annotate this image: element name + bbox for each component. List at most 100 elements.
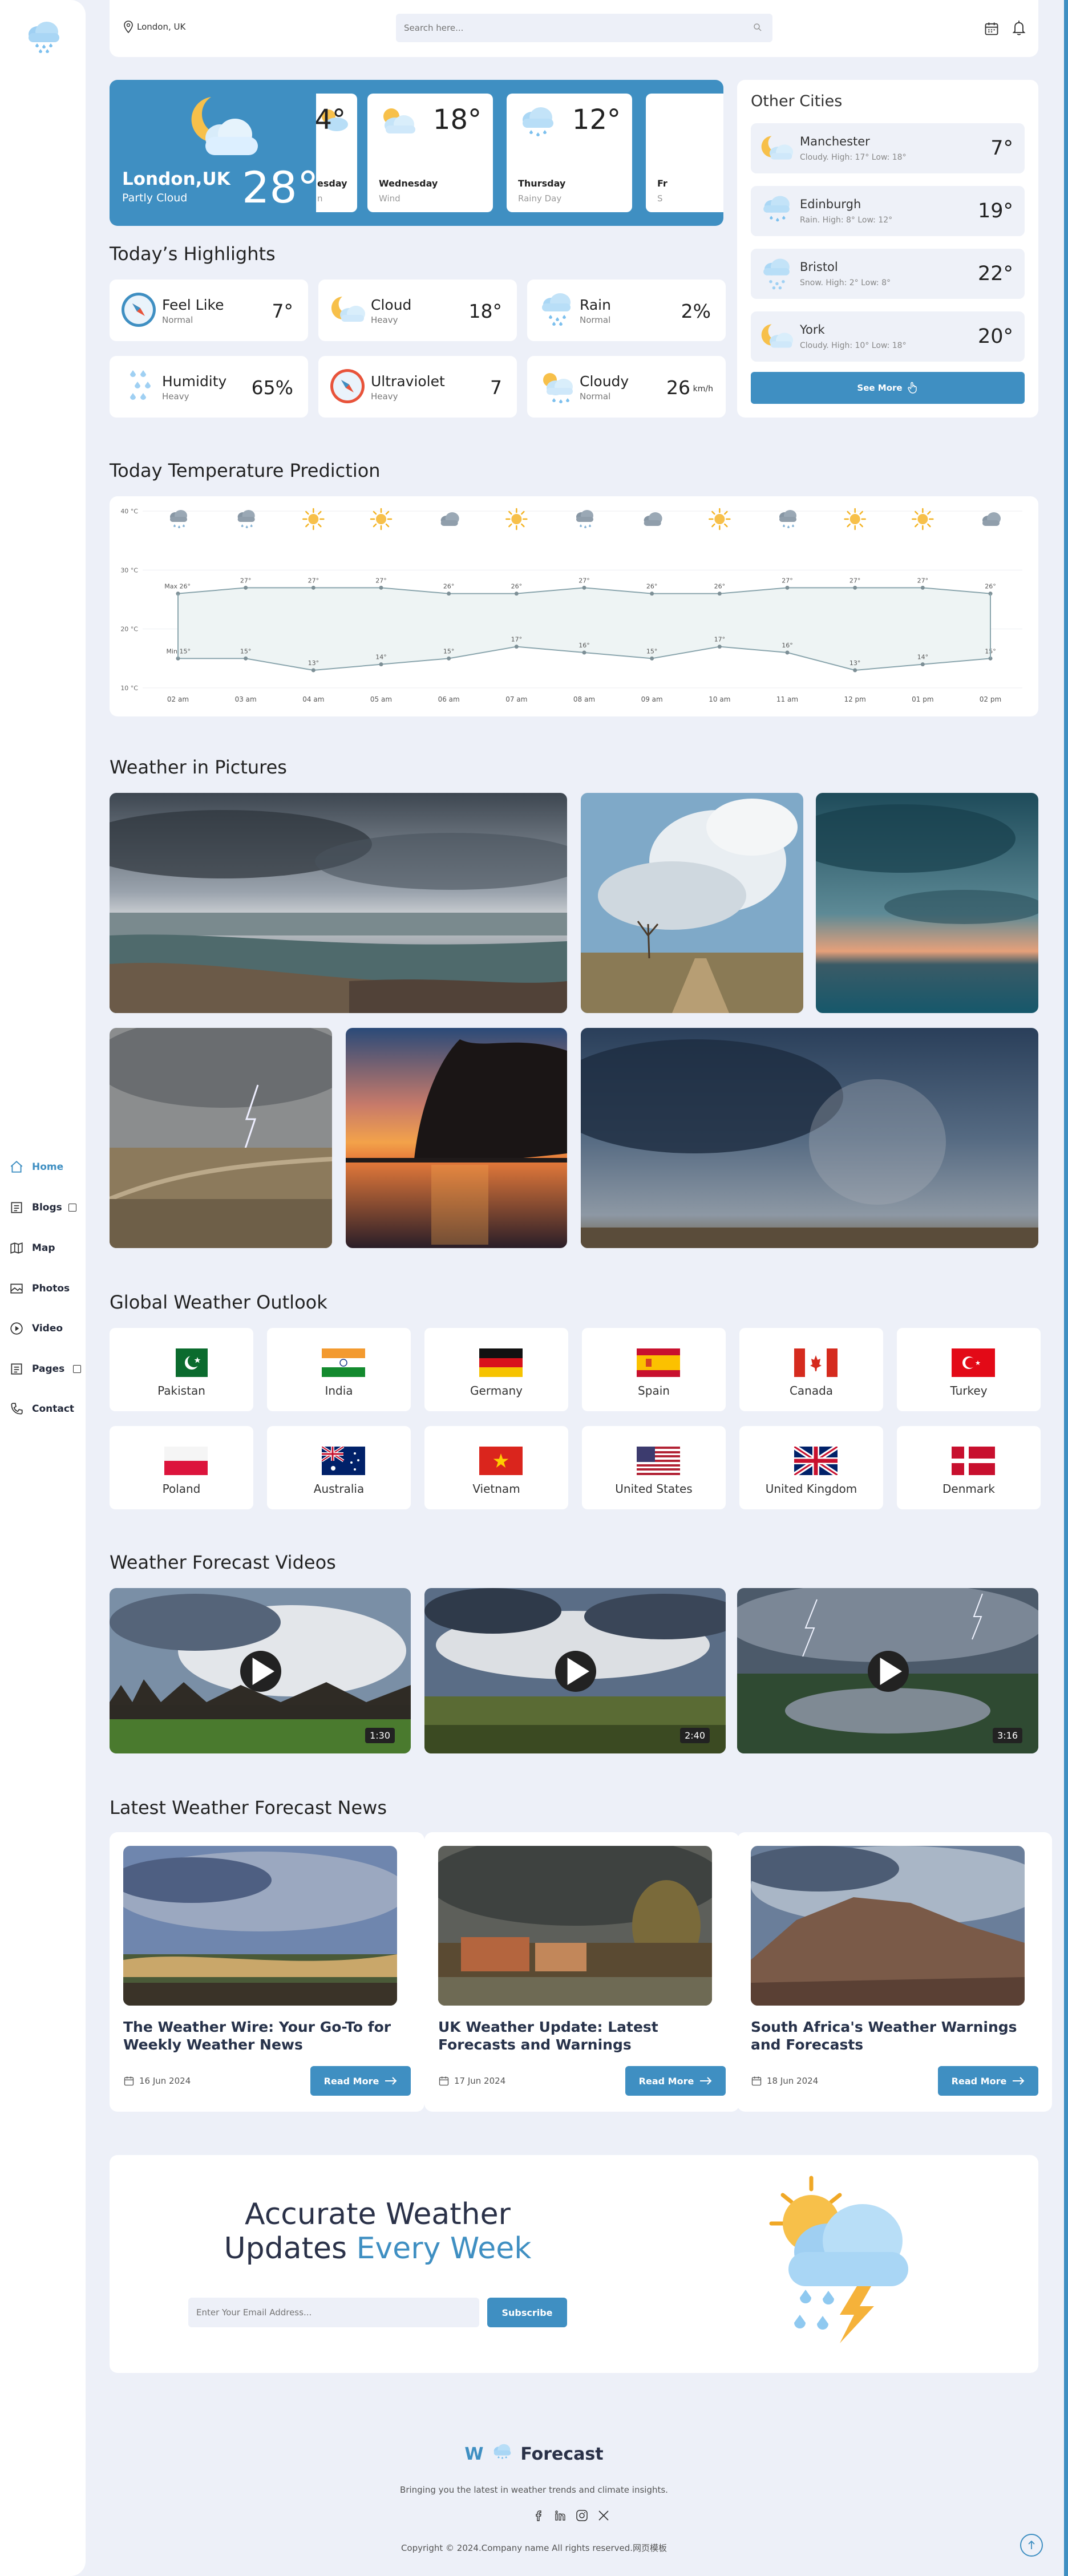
weather-photo[interactable] (816, 793, 1038, 1013)
news-title[interactable]: The Weather Wire: Your Go-To for Weekly … (123, 2018, 403, 2053)
flag-icon (322, 1348, 365, 1377)
back-to-top-button[interactable] (1020, 2534, 1043, 2557)
location-pin-icon (124, 21, 133, 33)
calendar-icon (751, 2076, 762, 2086)
nav-map[interactable]: Map (9, 1237, 55, 1259)
compass-icon (122, 293, 156, 327)
x-tick-label: 10 am (709, 695, 730, 703)
day-card[interactable]: 18° Wednesday Wind (367, 94, 493, 212)
cloud-rain-icon (542, 293, 571, 326)
data-point-max (920, 585, 925, 590)
country-name: Canada (789, 1384, 834, 1398)
play-button[interactable] (868, 1651, 909, 1692)
see-more-button[interactable]: See More (751, 372, 1025, 404)
data-point-min (650, 656, 654, 661)
country-card-germany[interactable]: Germany (424, 1328, 568, 1411)
news-card[interactable]: UK Weather Update: Latest Forecasts and … (424, 1832, 739, 2112)
news-title[interactable]: South Africa's Weather Warnings and Fore… (751, 2018, 1030, 2053)
play-button[interactable] (555, 1651, 596, 1692)
country-card-turkey[interactable]: Turkey (897, 1328, 1041, 1411)
weather-photo[interactable] (110, 793, 567, 1013)
country-card-pakistan[interactable]: Pakistan (110, 1328, 253, 1411)
country-card-united-kingdom[interactable]: United Kingdom (739, 1426, 883, 1509)
day-name: Fr (657, 178, 668, 189)
day-card[interactable]: 14° esday n (316, 94, 357, 212)
day-sub: Rainy Day (518, 193, 562, 204)
location[interactable]: London, UK (123, 21, 185, 33)
day-card[interactable]: Fr S (646, 94, 723, 212)
country-card-denmark[interactable]: Denmark (897, 1426, 1041, 1509)
footer-logo[interactable]: W Forecast (0, 2439, 1068, 2464)
video-card[interactable]: 3:16 (737, 1588, 1038, 1753)
country-card-australia[interactable]: Australia (267, 1426, 411, 1509)
data-label-min: 16° (782, 642, 793, 649)
city-item[interactable]: York Cloudy. High: 10° Low: 18° 20° (751, 311, 1025, 362)
city-item[interactable]: Edinburgh Rain. High: 8° Low: 12° 19° (751, 186, 1025, 236)
rain-icon (779, 510, 796, 528)
day-card[interactable]: 12° Thursday Rainy Day (507, 94, 632, 212)
prediction-title: Today Temperature Prediction (110, 460, 381, 481)
news-title[interactable]: UK Weather Update: Latest Forecasts and … (438, 2018, 718, 2053)
logo-cloud-rain-icon[interactable] (21, 13, 66, 58)
read-more-label: Read More (638, 2075, 694, 2087)
x-tick-label: 05 am (370, 695, 392, 703)
news-card[interactable]: The Weather Wire: Your Go-To for Weekly … (110, 1832, 424, 2112)
search-box[interactable] (396, 14, 772, 42)
day-sub: n (317, 193, 323, 204)
country-card-india[interactable]: India (267, 1328, 411, 1411)
news-image[interactable] (751, 1846, 1025, 2006)
nav-photos[interactable]: Photos (9, 1277, 70, 1300)
news-date-text: 18 Jun 2024 (767, 2076, 819, 2086)
city-item[interactable]: Manchester Cloudy. High: 17° Low: 18° 7° (751, 123, 1025, 173)
city-desc: Cloudy. High: 17° Low: 18° (800, 153, 907, 162)
country-name: Spain (638, 1384, 670, 1398)
linkedin-icon[interactable] (553, 2509, 567, 2522)
country-card-united-states[interactable]: United States (582, 1426, 726, 1509)
scroll-rail[interactable] (1064, 0, 1068, 2576)
email-input[interactable] (188, 2298, 479, 2327)
country-card-canada[interactable]: Canada (739, 1328, 883, 1411)
video-card[interactable]: 2:40 (424, 1588, 726, 1753)
forecast-strip[interactable]: 14° esday n 18° Wednesday Wind 12° Thurs… (316, 80, 723, 226)
nav-pages[interactable]: Pages (9, 1358, 81, 1380)
read-more-button[interactable]: Read More (310, 2066, 411, 2096)
facebook-icon[interactable] (532, 2509, 545, 2522)
other-cities-card: Other Cities Manchester Cloudy. High: 17… (737, 80, 1038, 418)
weather-photo[interactable] (346, 1028, 567, 1248)
news-image[interactable] (438, 1846, 712, 2006)
country-card-vietnam[interactable]: Vietnam (424, 1426, 568, 1509)
city-desc: Rain. High: 8° Low: 12° (800, 216, 893, 225)
weather-photo[interactable] (581, 1028, 1038, 1248)
highlight-sub: Normal (580, 391, 611, 402)
read-more-button[interactable]: Read More (938, 2066, 1038, 2096)
day-name: Wednesday (379, 178, 438, 189)
news-image[interactable] (123, 1846, 397, 2006)
nav-contact[interactable]: Contact (9, 1398, 74, 1420)
news-card[interactable]: South Africa's Weather Warnings and Fore… (737, 1832, 1052, 2112)
subscribe-button[interactable]: Subscribe (487, 2298, 567, 2327)
country-card-poland[interactable]: Poland (110, 1426, 253, 1509)
nav-blogs[interactable]: Blogs (9, 1196, 76, 1219)
read-more-button[interactable]: Read More (625, 2066, 726, 2096)
data-label-max: 26° (646, 583, 658, 590)
highlight-sub: Heavy (371, 315, 398, 325)
city-item[interactable]: Bristol Snow. High: 2° Low: 8° 22° (751, 249, 1025, 299)
nav-video[interactable]: Video (9, 1317, 63, 1340)
country-card-spain[interactable]: Spain (582, 1328, 726, 1411)
weather-photo[interactable] (110, 1028, 332, 1248)
country-name: India (325, 1384, 353, 1398)
instagram-icon[interactable] (575, 2509, 589, 2522)
search-icon[interactable] (753, 23, 762, 32)
nav-home[interactable]: Home (9, 1156, 63, 1178)
phone-icon (11, 1403, 23, 1415)
current-weather-card: London,UK Partly Cloud 28° 14° esday n 1… (110, 80, 723, 226)
weather-photo[interactable] (581, 793, 803, 1013)
bell-icon[interactable] (1011, 19, 1027, 37)
expand-icon[interactable] (68, 1204, 76, 1212)
expand-icon[interactable] (73, 1365, 81, 1373)
search-input[interactable] (404, 21, 723, 35)
x-twitter-icon[interactable] (597, 2509, 610, 2522)
video-card[interactable]: 1:30 (110, 1588, 411, 1753)
calendar-icon[interactable] (984, 21, 1000, 37)
play-button[interactable] (240, 1651, 281, 1692)
